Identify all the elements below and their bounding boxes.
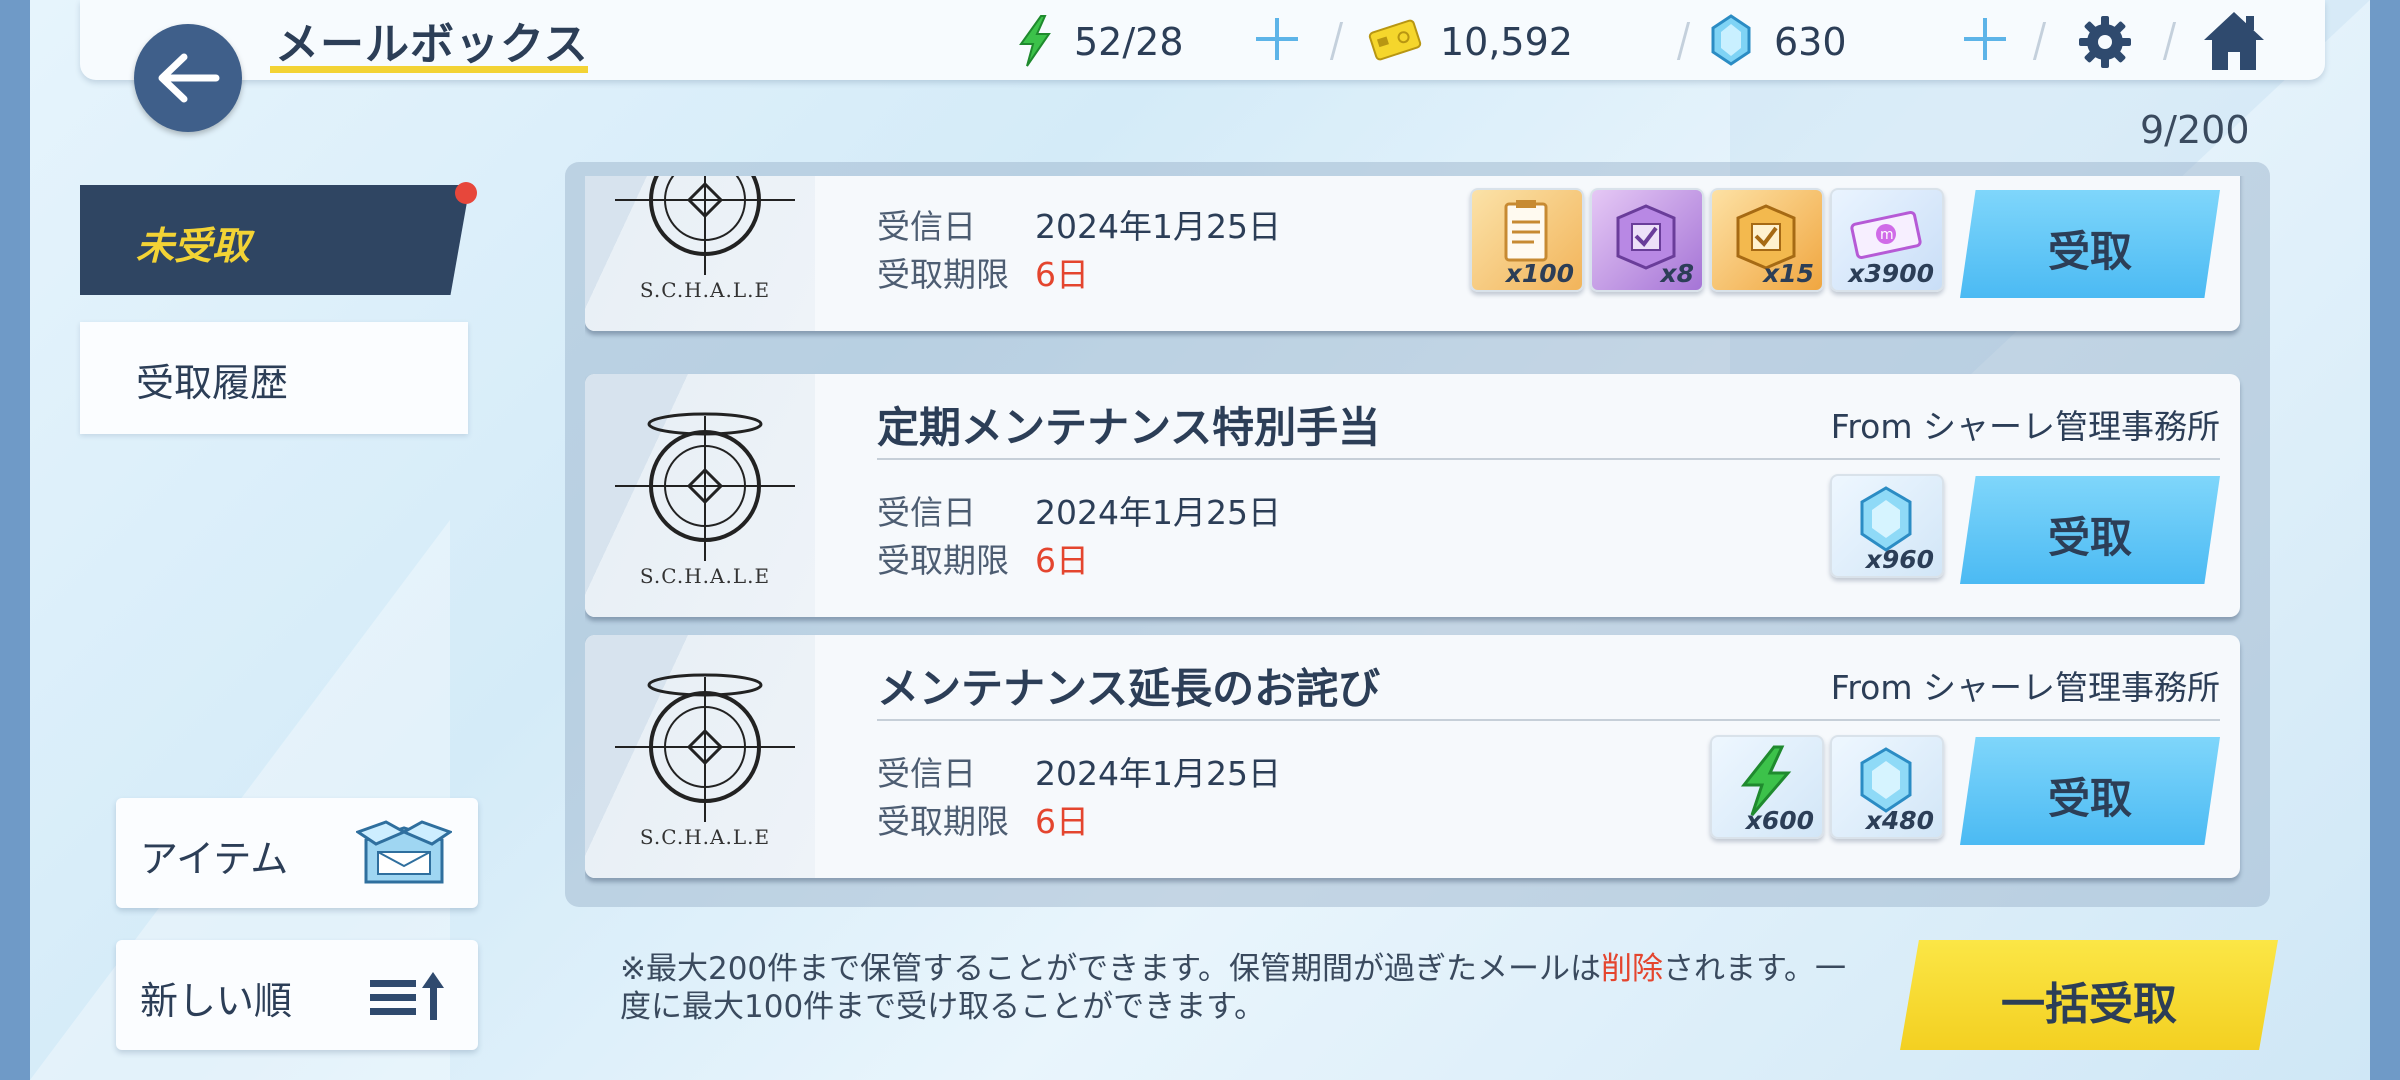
claim-button[interactable]: 受取 (1960, 476, 2220, 584)
tab-history[interactable]: 受取履歴 (80, 322, 468, 434)
tab-unclaimed-label: 未受取 (136, 224, 251, 268)
reward-qty: x15 (1763, 259, 1814, 288)
reward-item[interactable]: x600 (1710, 735, 1824, 839)
deadline-label: 受取期限 (877, 541, 1009, 580)
credits-value: 10,592 (1440, 20, 1573, 64)
received-date: 2024年1月25日 (1035, 754, 1281, 793)
mail-card: S.C.H.A.L.E 受信日 2024年1月25日 受取期限 6日 x100 (585, 176, 2240, 331)
schale-logo-icon (615, 673, 795, 822)
gear-icon[interactable] (2075, 12, 2135, 72)
note-text-1: ※最大200件まで保管することができます。保管期間が過ぎたメールは (620, 951, 1602, 987)
mail-list[interactable]: S.C.H.A.L.E 受信日 2024年1月25日 受取期限 6日 x100 (585, 176, 2255, 894)
claim-button-label: 受取 (2047, 513, 2132, 562)
deadline-value: 6日 (1035, 541, 1089, 580)
reward-item[interactable]: m x3900 (1830, 188, 1944, 292)
reward-item[interactable]: x480 (1830, 735, 1944, 839)
deadline-label: 受取期限 (877, 802, 1009, 841)
home-icon[interactable] (2202, 10, 2266, 72)
title-underline (270, 66, 588, 73)
sort-label: 新しい順 (140, 979, 293, 1023)
schale-logo-icon (615, 176, 795, 275)
add-gems-button[interactable] (1960, 14, 2010, 64)
mail-sender: From シャーレ管理事務所 (1830, 407, 2220, 446)
svg-text:m: m (1880, 227, 1894, 243)
emblem-text: S.C.H.A.L.E (639, 825, 771, 849)
deadline-label: 受取期限 (877, 255, 1009, 294)
mail-card: S.C.H.A.L.E メンテナンス延長のお詫び From シャーレ管理事務所 … (585, 635, 2240, 878)
items-filter-label: アイテム (140, 837, 289, 881)
schale-emblem: S.C.H.A.L.E (615, 176, 795, 310)
deadline-value: 6日 (1035, 802, 1089, 841)
schale-emblem: S.C.H.A.L.E (615, 396, 795, 596)
mailbox-screen: メールボックス 52/28 10,592 630 9/200 未受取 受取履歴 … (30, 0, 2370, 1080)
stamina-icon (1019, 15, 1051, 67)
arrow-left-icon (158, 53, 220, 103)
reward-qty: x960 (1865, 545, 1934, 574)
emblem-text: S.C.H.A.L.E (639, 278, 771, 302)
claim-button-label: 受取 (2047, 774, 2132, 823)
emblem-text: S.C.H.A.L.E (639, 564, 771, 588)
received-label: 受信日 (877, 754, 976, 793)
mail-divider (877, 719, 2220, 721)
claim-button-label: 受取 (2047, 227, 2132, 276)
mail-divider (877, 458, 2220, 460)
bulk-claim-label: 一括受取 (2001, 979, 2177, 1030)
notification-dot (455, 182, 477, 204)
items-filter-button[interactable]: アイテム (116, 798, 478, 908)
stamina-value: 52/28 (1074, 20, 1184, 64)
schale-emblem: S.C.H.A.L.E (615, 657, 795, 857)
reward-item[interactable]: x8 (1590, 188, 1704, 292)
credit-card-icon (1368, 19, 1422, 61)
sort-ascending-icon (370, 972, 444, 1020)
item-box-icon (356, 820, 452, 884)
reward-qty: x600 (1745, 806, 1814, 835)
reward-qty: x100 (1505, 259, 1574, 288)
mail-card: S.C.H.A.L.E 定期メンテナンス特別手当 From シャーレ管理事務所 … (585, 374, 2240, 617)
reward-item[interactable]: x15 (1710, 188, 1824, 292)
claim-button[interactable]: 受取 (1960, 190, 2220, 298)
mail-subject: 定期メンテナンス特別手当 (877, 403, 1381, 452)
storage-note: ※最大200件まで保管することができます。保管期間が過ぎたメールは削除されます。… (620, 950, 1860, 1026)
deadline-value: 6日 (1035, 255, 1089, 294)
tab-history-label: 受取履歴 (136, 361, 289, 405)
mail-count: 9/200 (2140, 108, 2250, 152)
reward-qty: x8 (1660, 259, 1694, 288)
gem-icon (1711, 14, 1751, 66)
received-label: 受信日 (877, 207, 976, 246)
reward-qty: x3900 (1848, 259, 1934, 288)
bulk-claim-button[interactable]: 一括受取 (1900, 940, 2278, 1050)
reward-item[interactable]: x960 (1830, 474, 1944, 578)
schale-logo-icon (615, 412, 795, 561)
add-stamina-button[interactable] (1252, 14, 1302, 64)
received-date: 2024年1月25日 (1035, 493, 1281, 532)
sort-button[interactable]: 新しい順 (116, 940, 478, 1050)
tab-unclaimed[interactable]: 未受取 (80, 185, 470, 295)
note-text-red: 削除 (1601, 951, 1664, 987)
mail-subject: メンテナンス延長のお詫び (877, 664, 1381, 713)
received-label: 受信日 (877, 493, 976, 532)
received-date: 2024年1月25日 (1035, 207, 1281, 246)
claim-button[interactable]: 受取 (1960, 737, 2220, 845)
reward-item[interactable]: x100 (1470, 188, 1584, 292)
page-title: メールボックス (275, 19, 589, 70)
gems-value: 630 (1774, 20, 1847, 64)
back-button[interactable] (134, 24, 242, 132)
reward-qty: x480 (1865, 806, 1934, 835)
mail-sender: From シャーレ管理事務所 (1830, 668, 2220, 707)
